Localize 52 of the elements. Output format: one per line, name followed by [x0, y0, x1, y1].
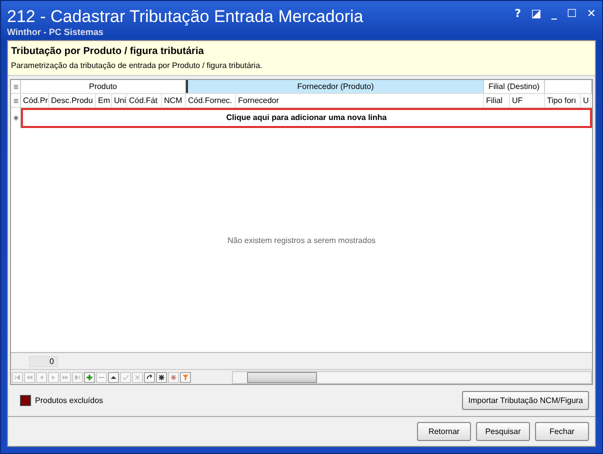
- column-chooser-icon[interactable]: [12, 84, 18, 90]
- first-icon: [14, 374, 21, 380]
- double-left-icon: [26, 374, 33, 380]
- asterisk-icon: [170, 374, 177, 380]
- window-control[interactable]: ☐: [566, 7, 577, 40]
- double-right-icon: [62, 374, 69, 380]
- column-chooser-icon[interactable]: [12, 98, 18, 104]
- window-control[interactable]: ?: [514, 7, 521, 40]
- asterisk-icon: [12, 115, 18, 121]
- section-title: Tributação por Produto / figura tributária: [11, 46, 205, 57]
- window-subtitle: Winthor - PC Sistemas: [7, 27, 104, 37]
- column-header[interactable]: NCM: [162, 94, 186, 107]
- last-icon: [74, 374, 81, 380]
- column-group-header[interactable]: Filial (Destino): [484, 80, 545, 93]
- legend-label: Produtos excluídos: [35, 396, 104, 405]
- column-header[interactable]: UF: [510, 94, 545, 107]
- column-header[interactable]: Cód.Fornec.: [186, 94, 236, 107]
- column-header[interactable]: Uni: [112, 94, 127, 107]
- column-group-header[interactable]: Fornecedor (Produto): [186, 80, 484, 93]
- section-description: Parametrização da tributação de entrada por Produto / figura tributária.: [11, 61, 264, 70]
- row-count: 0: [29, 356, 58, 366]
- column-header[interactable]: Tipo forı: [545, 94, 581, 107]
- column-header[interactable]: U: [581, 94, 591, 107]
- empty-message: Não existem registros a serem mostrados: [227, 236, 376, 244]
- check-icon: [122, 374, 129, 380]
- column-header[interactable]: Fornecedor: [236, 94, 484, 107]
- asterisk-icon: [158, 374, 165, 380]
- cross-icon: [134, 374, 141, 380]
- add-row-prompt[interactable]: Clique aqui para adicionar uma nova linha: [21, 108, 592, 128]
- action-button[interactable]: Fechar: [535, 422, 589, 441]
- filter-icon: [182, 374, 189, 380]
- navigator-button[interactable]: [156, 372, 167, 382]
- window-title: 212 - Cadastrar Tributação Entrada Mercadoria: [7, 6, 364, 27]
- navigator-button[interactable]: [144, 372, 155, 382]
- column-header[interactable]: Filial: [484, 94, 510, 107]
- navigator-button[interactable]: [108, 372, 119, 382]
- column-header[interactable]: Cód.Fát: [127, 94, 162, 107]
- window-control[interactable]: ◪: [531, 7, 542, 40]
- window-control[interactable]: _: [551, 7, 557, 40]
- column-header[interactable]: Desc.Produ: [49, 94, 96, 107]
- action-button[interactable]: Pesquisar: [476, 422, 530, 441]
- right-icon: [50, 374, 57, 380]
- column-header[interactable]: Em: [96, 94, 112, 107]
- window-control[interactable]: ✕: [586, 7, 596, 40]
- triangle-icon: [110, 374, 117, 380]
- plus-icon: [86, 374, 93, 380]
- left-icon: [38, 374, 45, 380]
- refresh-icon: [146, 374, 153, 380]
- horizontal-scrollbar[interactable]: [232, 370, 592, 384]
- action-button[interactable]: Retornar: [417, 422, 471, 441]
- column-header[interactable]: Cód.Pr: [21, 94, 49, 107]
- import-button[interactable]: Importar Tributação NCM/Figura: [462, 391, 589, 410]
